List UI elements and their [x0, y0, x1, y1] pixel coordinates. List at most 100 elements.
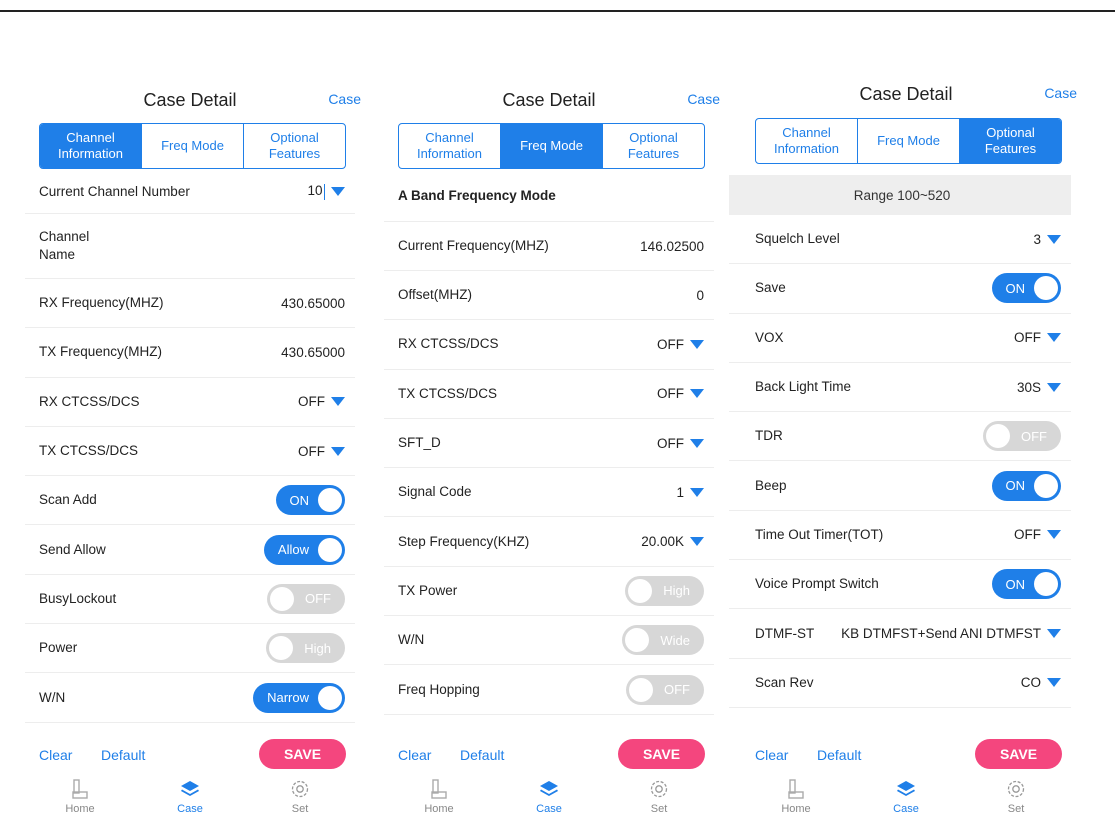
segment-tabs: Channel Information Freq Mode Optional F… [398, 123, 705, 169]
nav-set[interactable]: Set [961, 778, 1071, 823]
case-link[interactable]: Case [1044, 85, 1077, 101]
toggle-knob [625, 628, 650, 653]
tab-optional-features[interactable]: Optional Features [243, 124, 345, 168]
dropdown-arrow-icon [1047, 629, 1061, 639]
panel-header: Case Detail Case [25, 80, 361, 120]
save-button[interactable]: SAVE [259, 739, 346, 769]
row-scan-rev[interactable]: Scan Rev CO [729, 659, 1071, 708]
toggle-knob [270, 586, 294, 611]
wn-toggle[interactable]: Wide [622, 625, 704, 656]
row-label: Current Frequency(MHZ) [398, 238, 549, 253]
toggle-text: ON [1005, 576, 1026, 592]
tx-power-toggle[interactable]: High [625, 575, 704, 606]
row-label: Signal Code [398, 484, 472, 500]
dropdown[interactable]: OFF [657, 337, 704, 352]
dropdown[interactable]: CO [1021, 675, 1061, 690]
dropdown[interactable]: 1 [676, 485, 704, 500]
dropdown[interactable]: OFF [657, 436, 704, 451]
nav-set[interactable]: Set [245, 778, 355, 823]
clear-button[interactable]: Clear [755, 747, 788, 763]
nav-case[interactable]: Case [494, 778, 604, 823]
dropdown[interactable]: OFF [1014, 527, 1061, 542]
row-channel-name[interactable]: Channel Name [25, 214, 355, 279]
beep-toggle[interactable]: ON [991, 470, 1061, 501]
nav-case[interactable]: Case [851, 778, 961, 823]
row-signal-code[interactable]: Signal Code 1 [384, 468, 714, 518]
tdr-toggle[interactable]: OFF [983, 421, 1061, 452]
row-offset[interactable]: Offset(MHZ) 0 [384, 271, 714, 321]
row-rx-frequency[interactable]: RX Frequency(MHZ) 430.65000 [25, 279, 355, 329]
row-time-out-timer[interactable]: Time Out Timer(TOT) OFF [729, 511, 1071, 561]
toggle-knob [1034, 572, 1058, 597]
save-button[interactable]: SAVE [975, 739, 1062, 769]
gear-icon [1006, 778, 1026, 800]
dropdown[interactable]: 20.00K [641, 534, 704, 549]
scan-add-toggle[interactable]: ON [275, 485, 345, 516]
row-value: 430.65000 [281, 295, 345, 311]
tab-optional-features[interactable]: Optional Features [959, 119, 1061, 163]
row-step-frequency[interactable]: Step Frequency(KHZ) 20.00K [384, 517, 714, 567]
dropdown[interactable]: OFF [298, 444, 345, 459]
send-allow-toggle[interactable]: Allow [263, 534, 345, 565]
nav-label: Home [65, 803, 95, 815]
nav-set[interactable]: Set [604, 778, 714, 823]
default-button[interactable]: Default [460, 747, 504, 763]
busy-lockout-toggle[interactable]: OFF [267, 583, 345, 614]
gear-icon [290, 778, 310, 800]
default-button[interactable]: Default [101, 747, 145, 763]
dropdown[interactable]: OFF [298, 394, 345, 409]
voice-prompt-toggle[interactable]: ON [991, 569, 1061, 600]
tab-channel-information[interactable]: Channel Information [399, 124, 500, 168]
clear-button[interactable]: Clear [39, 747, 72, 763]
nav-home[interactable]: Home [384, 778, 494, 823]
tab-optional-features[interactable]: Optional Features [602, 124, 704, 168]
default-button[interactable]: Default [817, 747, 861, 763]
row-tx-frequency[interactable]: TX Frequency(MHZ) 430.65000 [25, 328, 355, 378]
layers-icon [180, 778, 200, 800]
save-toggle[interactable]: ON [991, 273, 1061, 304]
tab-freq-mode[interactable]: Freq Mode [857, 119, 959, 163]
row-rx-ctcss-dcs[interactable]: RX CTCSS/DCS OFF [384, 320, 714, 370]
row-voice-prompt-switch: Voice Prompt Switch ON [729, 560, 1071, 610]
nav-home[interactable]: Home [25, 778, 135, 823]
row-current-frequency[interactable]: Current Frequency(MHZ) 146.02500 [384, 222, 714, 271]
row-squelch-level[interactable]: Squelch Level 3 [729, 215, 1071, 265]
tab-channel-information[interactable]: Channel Information [756, 119, 857, 163]
row-label: Scan Rev [755, 674, 814, 690]
row-sft-d[interactable]: SFT_D OFF [384, 419, 714, 469]
dropdown-value: OFF [298, 394, 325, 410]
channel-number-input[interactable]: 10 [307, 183, 345, 200]
dropdown-arrow-icon [690, 389, 704, 399]
clear-button[interactable]: Clear [398, 747, 431, 763]
tab-channel-information[interactable]: Channel Information [40, 124, 141, 168]
power-toggle[interactable]: High [266, 633, 345, 664]
row-dtmf-st[interactable]: DTMF-ST KB DTMFST+Send ANI DTMFST [729, 609, 1071, 659]
wn-toggle[interactable]: Narrow [253, 682, 345, 713]
tab-freq-mode[interactable]: Freq Mode [141, 124, 243, 168]
freq-hopping-toggle[interactable]: OFF [626, 674, 704, 705]
panel-freq-mode: Case Detail Case Channel Information Fre… [384, 80, 720, 823]
dropdown-value: OFF [657, 435, 684, 451]
dropdown[interactable]: 3 [1033, 232, 1061, 247]
row-tx-ctcss-dcs[interactable]: TX CTCSS/DCS OFF [25, 427, 355, 477]
nav-case[interactable]: Case [135, 778, 245, 823]
nav-home[interactable]: Home [741, 778, 851, 823]
home-icon [788, 778, 804, 800]
row-current-channel-number[interactable]: Current Channel Number 10 [25, 170, 355, 214]
row-band-heading: A Band Frequency Mode [384, 170, 714, 222]
tab-freq-mode[interactable]: Freq Mode [500, 124, 602, 168]
dropdown[interactable]: KB DTMFST+Send ANI DTMFST [841, 626, 1061, 641]
row-vox[interactable]: VOX OFF [729, 314, 1071, 363]
case-link[interactable]: Case [687, 91, 720, 107]
row-tx-ctcss-dcs[interactable]: TX CTCSS/DCS OFF [384, 370, 714, 419]
row-save: Save ON [729, 264, 1071, 314]
action-bar: Clear Default SAVE [384, 739, 714, 773]
case-link[interactable]: Case [328, 91, 361, 107]
dropdown[interactable]: OFF [657, 386, 704, 401]
save-button[interactable]: SAVE [618, 739, 705, 769]
dropdown[interactable]: OFF [1014, 330, 1061, 345]
toggle-text: Allow [277, 542, 309, 558]
row-back-light-time[interactable]: Back Light Time 30S [729, 363, 1071, 413]
dropdown[interactable]: 30S [1017, 380, 1061, 395]
row-rx-ctcss-dcs[interactable]: RX CTCSS/DCS OFF [25, 378, 355, 427]
